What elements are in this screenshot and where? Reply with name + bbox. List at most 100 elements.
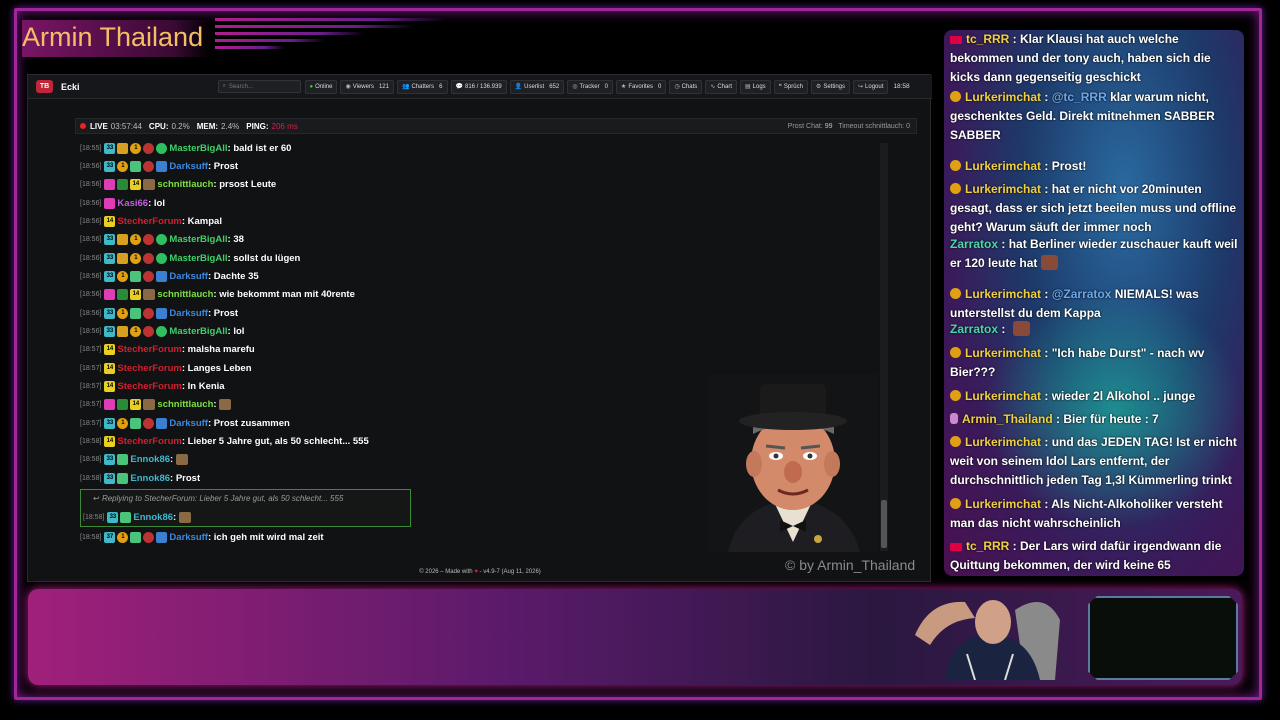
mem-value: 2.4% bbox=[221, 121, 240, 131]
emote-icon bbox=[1041, 255, 1059, 270]
toolbar-button-favorites[interactable]: ★ Favorites 0 bbox=[615, 79, 667, 94]
gift-badge-icon bbox=[130, 417, 142, 429]
toolbar-button-chart[interactable]: ∿ Chart bbox=[705, 79, 737, 94]
coin-badge-icon bbox=[950, 347, 961, 358]
chat-username[interactable]: StecherForum bbox=[117, 381, 181, 392]
toolbar-button-online[interactable]: ● Online bbox=[304, 79, 338, 94]
mod-badge-icon bbox=[117, 289, 129, 301]
chat-username[interactable]: schnittlauch bbox=[157, 399, 213, 410]
green-badge-icon bbox=[156, 326, 168, 337]
gift-badge-icon bbox=[130, 160, 142, 172]
overlay-chat-message: Lurkerimchat : Prost! bbox=[950, 157, 1240, 176]
flag-badge-icon bbox=[143, 142, 155, 154]
coin-badge-icon bbox=[950, 91, 961, 102]
chat-text: prsost Leute bbox=[219, 179, 277, 191]
toolbar-button-tracker[interactable]: ◎ Tracker 0 bbox=[567, 79, 613, 94]
scrollbar-thumb[interactable] bbox=[881, 500, 887, 548]
coin-badge-icon bbox=[950, 183, 961, 194]
emote-icon bbox=[143, 399, 156, 411]
heart-icon: ♥ bbox=[474, 569, 478, 575]
app-logo: TB bbox=[36, 80, 53, 93]
chat-username[interactable]: Darksuff bbox=[169, 418, 208, 429]
coin-badge-icon: 1 bbox=[117, 270, 129, 282]
chat-line: [18:57] 14 StecherForum: Langes Leben bbox=[80, 362, 252, 374]
emote-icon bbox=[1012, 321, 1030, 336]
mem-label: MEM: bbox=[196, 121, 219, 131]
chat-username[interactable]: MasterBigAll bbox=[169, 234, 227, 245]
reply-message[interactable]: ↩ Replying to StecherForum: Lieber 5 Jah… bbox=[80, 489, 411, 527]
camera-frame bbox=[1088, 596, 1238, 680]
chat-username[interactable]: MasterBigAll bbox=[169, 143, 227, 154]
chat-username[interactable]: MasterBigAll bbox=[169, 253, 227, 264]
toolbar-button-viewers[interactable]: ◉ Viewers 121 bbox=[340, 79, 394, 94]
yellow-badge-icon: 14 bbox=[104, 215, 116, 227]
chat-line: [18:56] 33 1 MasterBigAll: 38 bbox=[80, 234, 244, 246]
coin-badge-icon: 1 bbox=[130, 234, 142, 246]
yellow-badge-icon: 14 bbox=[104, 344, 116, 356]
toolbar-button-chats[interactable]: ◷ Chats bbox=[669, 79, 703, 94]
webcam-feed bbox=[915, 600, 1060, 680]
chat-username[interactable]: StecherForum bbox=[117, 363, 181, 374]
chat-username[interactable]: Darksuff bbox=[169, 271, 208, 282]
chat-scrollbar[interactable] bbox=[880, 143, 888, 551]
chat-line: [18:58] 33 Ennok86: Prost bbox=[80, 472, 201, 484]
coin-badge-icon bbox=[950, 436, 961, 447]
flag-badge-icon bbox=[143, 307, 155, 319]
chat-text: malsha marefu bbox=[187, 344, 255, 356]
toolbar-button-settings[interactable]: ⚙ Settings bbox=[810, 79, 850, 94]
coin-badge-icon: 1 bbox=[117, 160, 129, 172]
mod-badge-icon bbox=[117, 179, 129, 191]
toolbar-button-chatters[interactable]: 👥 Chatters 6 bbox=[396, 79, 448, 94]
overlay-chat-message: Lurkerimchat : @tc_RRR klar warum nicht,… bbox=[950, 90, 1215, 142]
toolbar-button-logs[interactable]: ▤ Logs bbox=[739, 79, 771, 94]
sub-badge-icon: 33 bbox=[104, 417, 116, 429]
sub-badge-icon: 33 bbox=[104, 234, 116, 246]
chat-username[interactable]: schnittlauch bbox=[157, 289, 213, 300]
chat-username[interactable]: Darksuff bbox=[169, 161, 208, 172]
chat-line: [18:56] 14 schnittlauch: prsost Leute bbox=[80, 179, 277, 191]
chat-username[interactable]: Ennok86 bbox=[130, 454, 170, 465]
chat-line: [18:58] 14 StecherForum: Lieber 5 Jahre gu… bbox=[80, 436, 369, 448]
overlay-chat-message: Lurkerimchat : Als Nicht-Alkoholiker ver… bbox=[950, 497, 1223, 530]
toolbar-button-816-136-939[interactable]: 💬 816 / 136.939 bbox=[450, 79, 507, 94]
coin-badge-icon bbox=[950, 390, 961, 401]
chat-text: Kampal bbox=[187, 215, 222, 227]
chat-text: sollst du lügen bbox=[233, 252, 301, 264]
flag-badge-icon bbox=[143, 252, 155, 264]
chat-username[interactable]: MasterBigAll bbox=[169, 326, 227, 337]
toolbar-button-logout[interactable]: ↪ Logout bbox=[853, 79, 889, 94]
globe-icon: ● bbox=[309, 83, 314, 90]
topbar-clock: 18:58 bbox=[893, 83, 910, 90]
flag-badge-icon bbox=[143, 326, 155, 337]
chat-text: Dachte 35 bbox=[213, 270, 259, 282]
target-icon: ◎ bbox=[572, 84, 578, 90]
chat-username[interactable]: Kasi66 bbox=[117, 198, 148, 209]
decor-stripes bbox=[215, 18, 455, 60]
search-input[interactable]: ⌕ Search... bbox=[217, 80, 301, 93]
overlay-chat-message: Lurkerimchat : und das JEDEN TAG! Ist er… bbox=[950, 435, 1237, 487]
chat-username[interactable]: StecherForum bbox=[117, 216, 181, 227]
chat-username[interactable]: StecherForum bbox=[117, 344, 181, 355]
overlay-chat-message: tc_RRR : Der Lars wird dafür irgendwann … bbox=[950, 539, 1222, 572]
chat-username[interactable]: Darksuff bbox=[169, 308, 208, 319]
sub-badge-icon: 33 bbox=[104, 160, 116, 172]
coin-badge-icon bbox=[950, 498, 961, 509]
crown-badge-icon bbox=[117, 326, 129, 337]
chat-username[interactable]: schnittlauch bbox=[157, 179, 213, 190]
gift-badge-icon bbox=[130, 270, 142, 282]
overlay-chat: tc_RRR : Klar Klausi hat auch welche bek… bbox=[944, 30, 1244, 576]
toolbar-button-spr-ch[interactable]: ❝ Sprüch bbox=[773, 79, 808, 94]
chat-username[interactable]: Ennok86 bbox=[130, 473, 170, 484]
emote-icon bbox=[143, 179, 156, 191]
ping-value: 206 ms bbox=[271, 121, 298, 131]
sub-badge-icon: 33 bbox=[104, 142, 116, 154]
overlay-chat-message: Lurkerimchat : hat er nicht vor 20minute… bbox=[950, 182, 1237, 234]
ping-label: PING: bbox=[246, 121, 269, 131]
gift-badge-icon bbox=[117, 472, 129, 484]
chat-username[interactable]: StecherForum bbox=[117, 436, 181, 447]
toolbar-button-userlist[interactable]: 👤 Userlist 652 bbox=[509, 79, 565, 94]
yellow-badge-icon: 14 bbox=[104, 381, 116, 393]
blue-badge-icon bbox=[156, 417, 168, 429]
coin-badge-icon: 1 bbox=[130, 326, 142, 337]
chat-line: [18:56] 33 1 Darksuff: Prost bbox=[80, 307, 239, 319]
